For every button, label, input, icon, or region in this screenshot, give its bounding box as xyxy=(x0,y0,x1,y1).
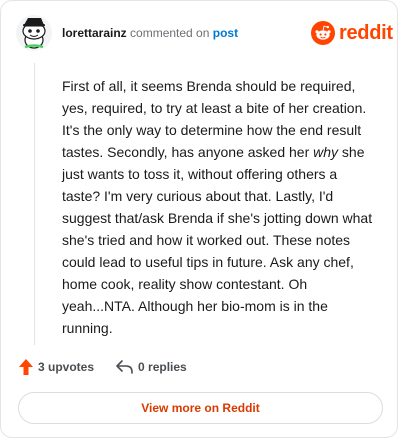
reddit-snoo-icon xyxy=(311,21,335,45)
view-more-on-reddit-button[interactable]: View more on Reddit xyxy=(18,392,383,424)
upvote-count: 3 upvotes xyxy=(38,360,95,374)
snoo-avatar-icon xyxy=(16,15,52,51)
reply-count: 0 replies xyxy=(138,360,187,374)
thread-line[interactable] xyxy=(34,63,35,345)
comment-body: First of all, it seems Brenda should be … xyxy=(62,75,375,339)
upvote-button[interactable]: 3 upvotes xyxy=(19,359,94,375)
avatar[interactable] xyxy=(15,14,53,52)
comment-header: lorettarainz commented on post xyxy=(62,25,238,41)
commented-on-text: commented on xyxy=(126,26,213,40)
upvote-arrow-icon xyxy=(19,359,33,375)
reddit-wordmark: reddit xyxy=(339,22,393,44)
reply-arrow-icon xyxy=(116,360,133,374)
username-link[interactable]: lorettarainz xyxy=(62,26,127,40)
replies-button[interactable]: 0 replies xyxy=(116,360,187,374)
comment-emphasis: why xyxy=(313,144,339,160)
comment-embed-card: lorettarainz commented on post reddit Fi… xyxy=(0,0,398,438)
comment-paragraph: First of all, it seems Brenda should be … xyxy=(62,75,375,339)
comment-actions: 3 upvotes 0 replies xyxy=(19,359,187,375)
post-link[interactable]: post xyxy=(213,26,238,40)
reddit-logo[interactable]: reddit xyxy=(311,21,393,45)
comment-text-part-2: she just wants to toss it, without offer… xyxy=(62,144,373,336)
